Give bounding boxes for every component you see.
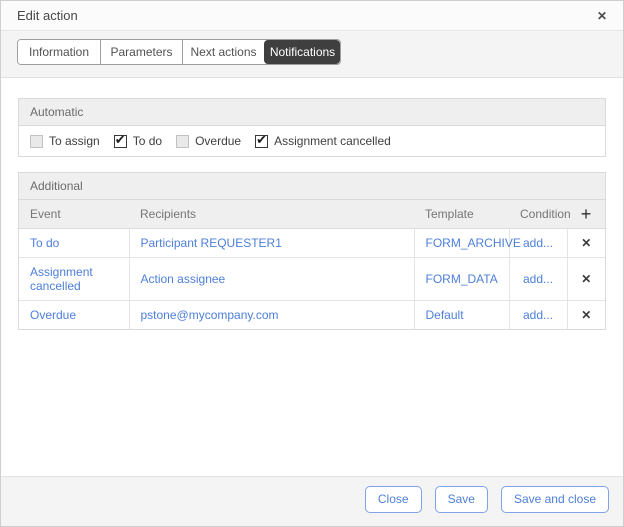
column-header-event: Event [19,200,129,229]
additional-panel-header: Additional [19,173,605,200]
cell-recipients[interactable]: Action assignee [129,258,414,301]
cell-event[interactable]: Overdue [19,301,129,330]
edit-action-dialog: Edit action ✕ Information Parameters Nex… [0,0,624,527]
save-button[interactable]: Save [435,486,488,512]
checkbox-overdue[interactable] [176,135,189,148]
column-header-template: Template [414,200,509,229]
column-header-recipients: Recipients [129,200,414,229]
table-row: Assignment cancelled Action assignee FOR… [19,258,605,301]
cell-template[interactable]: FORM_ARCHIVE [414,229,509,258]
add-row-icon[interactable]: + [567,200,605,229]
tab-parameters[interactable]: Parameters [100,40,182,64]
cell-template[interactable]: FORM_DATA [414,258,509,301]
checkbox-assignment-cancelled[interactable] [255,135,268,148]
cell-condition-add-link[interactable]: add... [509,301,567,330]
tab-notifications[interactable]: Notifications [264,40,340,64]
cell-event[interactable]: To do [19,229,129,258]
automatic-panel: Automatic To assign To do Overdue Assign… [18,98,606,157]
dialog-title: Edit action [17,8,78,23]
save-and-close-button[interactable]: Save and close [501,486,609,512]
checkbox-label-assignment-cancelled: Assignment cancelled [274,134,391,148]
checkitem-to-do[interactable]: To do [114,134,162,148]
delete-row-icon[interactable]: ✕ [567,229,605,258]
table-header-row: Event Recipients Template Condition + [19,200,605,229]
automatic-panel-header: Automatic [19,99,605,126]
cell-template[interactable]: Default [414,301,509,330]
cell-event[interactable]: Assignment cancelled [19,258,129,301]
checkbox-label-to-do: To do [133,134,162,148]
checkitem-overdue[interactable]: Overdue [176,134,241,148]
delete-row-icon[interactable]: ✕ [567,301,605,330]
notifications-table: Event Recipients Template Condition + To… [19,200,605,329]
dialog-footer: Close Save Save and close [1,476,623,526]
table-row: To do Participant REQUESTER1 FORM_ARCHIV… [19,229,605,258]
cell-condition-add-link[interactable]: add... [509,258,567,301]
tab-group: Information Parameters Next actions Noti… [17,39,341,65]
dialog-content: Automatic To assign To do Overdue Assign… [1,78,623,476]
dialog-close-icon[interactable]: ✕ [597,10,607,22]
checkbox-label-overdue: Overdue [195,134,241,148]
cell-recipients[interactable]: Participant REQUESTER1 [129,229,414,258]
table-row: Overdue pstone@mycompany.com Default add… [19,301,605,330]
checkbox-to-assign[interactable] [30,135,43,148]
tab-band: Information Parameters Next actions Noti… [1,31,623,78]
checkbox-to-do[interactable] [114,135,127,148]
close-button[interactable]: Close [365,486,422,512]
checkitem-to-assign[interactable]: To assign [30,134,100,148]
column-header-condition: Condition [509,200,567,229]
dialog-titlebar: Edit action ✕ [1,1,623,31]
tab-information[interactable]: Information [18,40,100,64]
delete-row-icon[interactable]: ✕ [567,258,605,301]
checkitem-assignment-cancelled[interactable]: Assignment cancelled [255,134,391,148]
tab-next-actions[interactable]: Next actions [182,40,264,64]
checkbox-label-to-assign: To assign [49,134,100,148]
cell-recipients[interactable]: pstone@mycompany.com [129,301,414,330]
automatic-checkbox-row: To assign To do Overdue Assignment cance… [19,126,605,156]
additional-panel: Additional Event Recipients Template Con… [18,172,606,330]
